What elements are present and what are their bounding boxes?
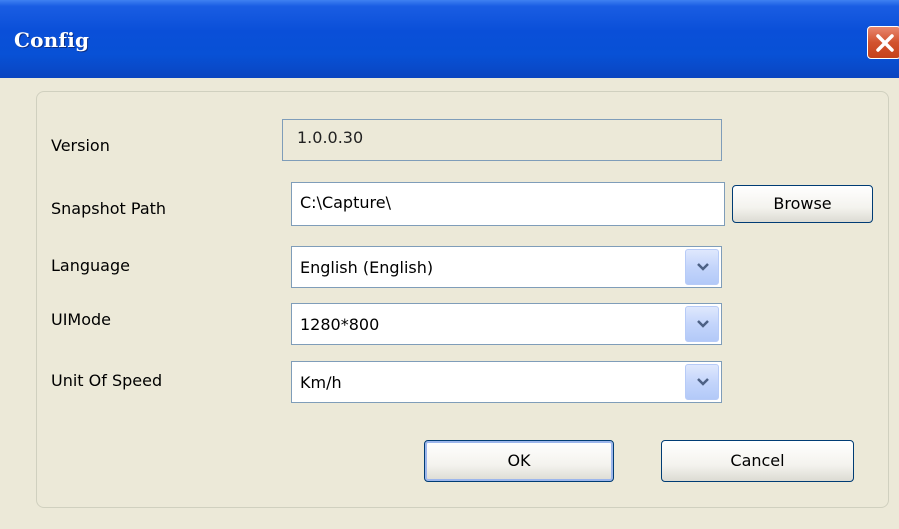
language-select[interactable]: English (English)	[291, 246, 722, 288]
uimode-dropdown-button[interactable]	[685, 306, 719, 342]
chevron-down-icon	[697, 320, 709, 328]
unit-of-speed-select[interactable]: Km/h	[291, 361, 722, 403]
close-button[interactable]	[867, 26, 899, 59]
snapshot-path-label: Snapshot Path	[51, 199, 167, 218]
unit-of-speed-label: Unit Of Speed	[51, 371, 163, 390]
close-icon	[876, 34, 894, 52]
dialog-body: Version 1.0.0.30 Snapshot Path C:\Captur…	[0, 78, 899, 529]
title-bar: Config	[0, 0, 899, 78]
uimode-label: UIMode	[51, 310, 112, 329]
unit-of-speed-dropdown-button[interactable]	[685, 364, 719, 400]
uimode-value: 1280*800	[300, 315, 380, 334]
language-dropdown-button[interactable]	[685, 249, 719, 285]
chevron-down-icon	[697, 263, 709, 271]
cancel-button[interactable]: Cancel	[661, 440, 854, 482]
language-value: English (English)	[300, 258, 434, 277]
browse-button[interactable]: Browse	[732, 185, 873, 223]
language-label: Language	[51, 256, 130, 275]
snapshot-path-input[interactable]: C:\Capture\	[291, 182, 725, 226]
window-title: Config	[14, 28, 90, 52]
chevron-down-icon	[697, 378, 709, 386]
unit-of-speed-value: Km/h	[300, 373, 342, 392]
version-field: 1.0.0.30	[282, 119, 722, 161]
uimode-select[interactable]: 1280*800	[291, 303, 722, 345]
ok-button[interactable]: OK	[424, 440, 614, 482]
version-label: Version	[51, 136, 110, 155]
